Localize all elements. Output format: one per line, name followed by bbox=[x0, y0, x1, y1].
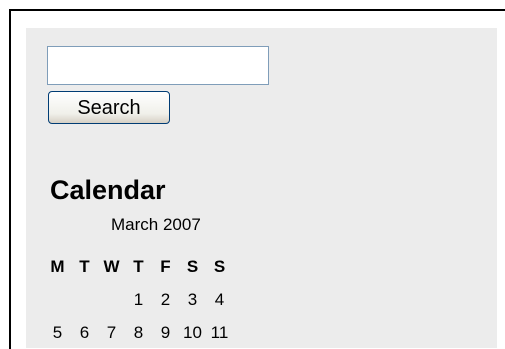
weekday-header: M bbox=[50, 257, 65, 276]
weekday-header: T bbox=[79, 257, 90, 276]
calendar-day bbox=[44, 283, 71, 316]
search-button[interactable]: Search bbox=[48, 91, 170, 124]
weekday-header-row: M T W T F S S bbox=[44, 250, 233, 283]
calendar-day: 5 bbox=[52, 323, 63, 342]
weekday-header: S bbox=[186, 257, 199, 276]
calendar-day bbox=[98, 283, 125, 316]
calendar-week-row: 1 2 3 4 bbox=[44, 283, 233, 316]
calendar-heading: Calendar bbox=[50, 175, 166, 205]
calendar-day: 3 bbox=[187, 290, 198, 309]
calendar-month-caption: March 2007 bbox=[111, 215, 201, 234]
weekday-header: T bbox=[133, 257, 144, 276]
calendar-day: 8 bbox=[133, 323, 144, 342]
search-input[interactable] bbox=[47, 46, 269, 85]
calendar-day: 6 bbox=[79, 323, 90, 342]
calendar-day: 2 bbox=[160, 290, 171, 309]
calendar-day: 1 bbox=[133, 290, 144, 309]
calendar-day: 9 bbox=[160, 323, 171, 342]
calendar-week-row: 5 6 7 8 9 10 11 bbox=[44, 316, 233, 349]
sidebar-panel: Search Calendar March 2007 M T W T F S S… bbox=[26, 28, 497, 348]
calendar-grid: M T W T F S S 1 2 3 4 5 6 7 8 9 10 11 bbox=[44, 250, 233, 349]
weekday-header: F bbox=[160, 257, 171, 276]
calendar-day: 10 bbox=[183, 323, 202, 342]
calendar-day: 11 bbox=[210, 323, 229, 342]
calendar-day bbox=[71, 283, 98, 316]
weekday-header: S bbox=[213, 257, 226, 276]
weekday-header: W bbox=[103, 257, 120, 276]
calendar-day: 4 bbox=[214, 290, 225, 309]
calendar-day: 7 bbox=[106, 323, 117, 342]
